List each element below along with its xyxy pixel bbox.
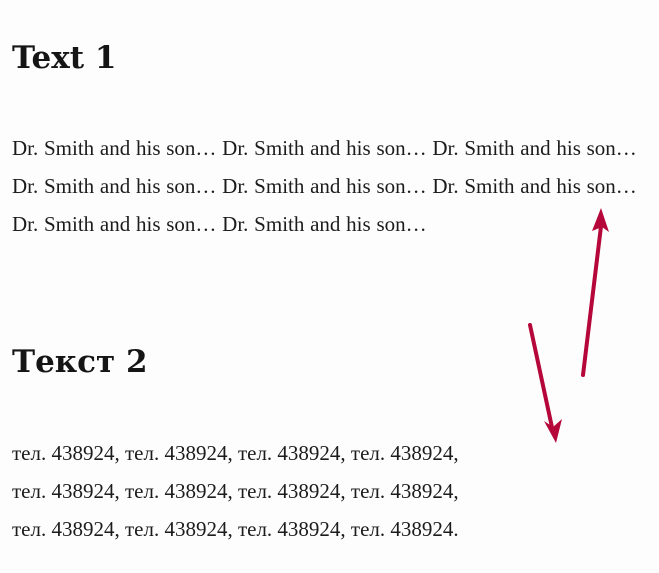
section-2-paragraph: тел. 438924, тел. 438924, тел. 438924, т…	[12, 434, 572, 548]
arrow-down-annotation	[528, 323, 562, 443]
section-2-heading: Текст 2	[12, 344, 148, 380]
phone-line: тел. 438924, тел. 438924, тел. 438924, т…	[12, 441, 459, 465]
phone-line: тел. 438924, тел. 438924, тел. 438924, т…	[12, 479, 459, 503]
section-1-paragraph: Dr. Smith and his son… Dr. Smith and his…	[12, 136, 637, 236]
section-1-heading: Text 1	[12, 40, 117, 76]
arrow-down-shaft	[528, 323, 555, 434]
phone-line: тел. 438924, тел. 438924, тел. 438924, т…	[12, 517, 459, 541]
